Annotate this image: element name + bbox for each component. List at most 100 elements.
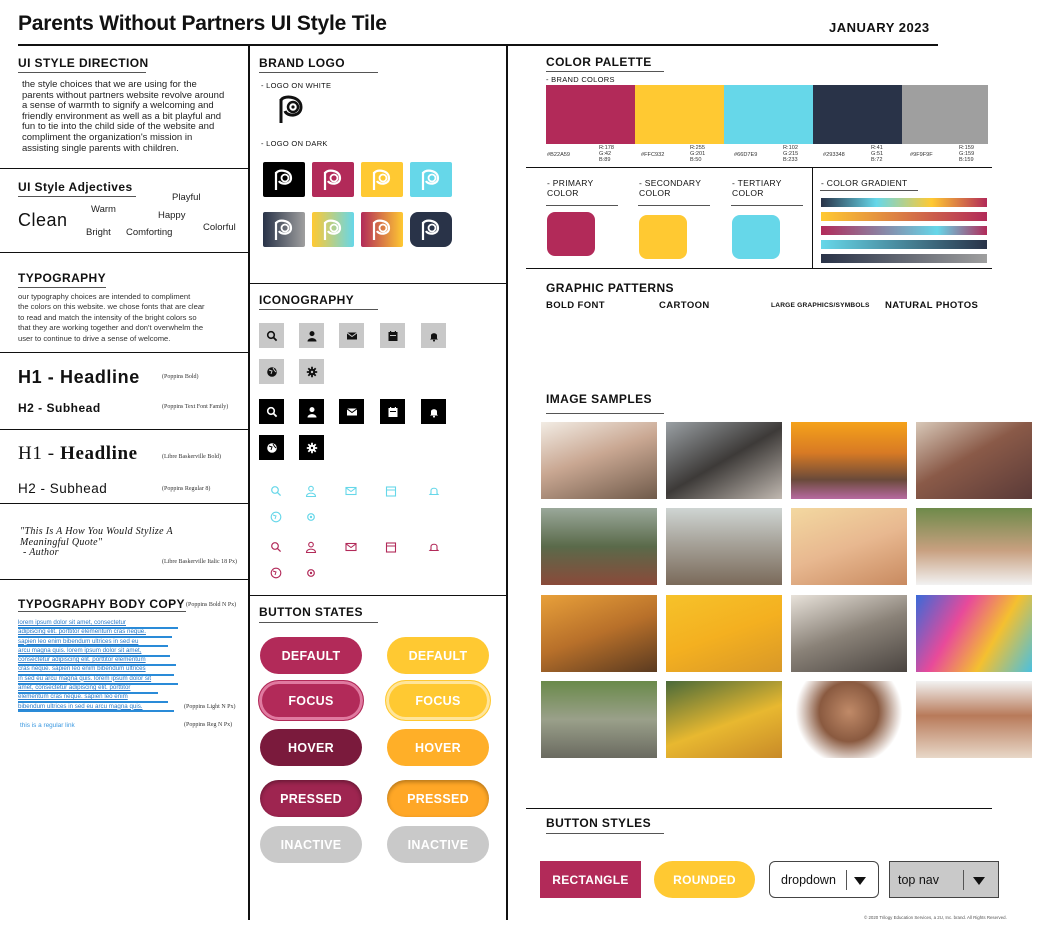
- sample-photo: [666, 681, 782, 758]
- link-highlight: [18, 683, 178, 685]
- bell-icon[interactable]: [421, 399, 446, 424]
- heading-underline: [18, 287, 106, 288]
- calendar-icon[interactable]: [380, 399, 405, 424]
- brand-logo-on-gradient-warm: [361, 212, 403, 247]
- h2-libre-sample: H2 - Subhead: [18, 481, 108, 496]
- sample-photo: [916, 595, 1032, 672]
- pattern-bold-font: BOLD FONT: [546, 300, 606, 311]
- user-icon[interactable]: [299, 323, 324, 348]
- style-direction-text: the style choices that we are using for …: [22, 79, 225, 154]
- swatch-rgb: R:102 G:215 B:233: [783, 145, 799, 164]
- rectangle-button[interactable]: RECTANGLE: [540, 861, 641, 898]
- primary-button-inactive: INACTIVE: [260, 826, 362, 863]
- user-icon[interactable]: [304, 484, 318, 498]
- section-divider: [248, 283, 506, 284]
- search-icon[interactable]: [269, 484, 283, 498]
- secondary-color-chip: [639, 215, 687, 259]
- mail-icon[interactable]: [344, 540, 358, 554]
- link-highlight: [18, 645, 168, 647]
- swatch-hex: #66D7E9: [734, 152, 758, 158]
- gradient-bar-3: [821, 226, 987, 235]
- bell-icon[interactable]: [421, 323, 446, 348]
- search-icon[interactable]: [259, 323, 284, 348]
- mail-icon[interactable]: [344, 484, 358, 498]
- regular-link[interactable]: this is a regular link: [20, 722, 75, 729]
- globe-icon[interactable]: [259, 435, 284, 460]
- heading-underline: [18, 196, 136, 197]
- gear-icon[interactable]: [299, 435, 324, 460]
- swatch-hex: #B22A59: [547, 152, 571, 158]
- swatch-rgb: R:41 G:51 B:72: [871, 145, 884, 164]
- brand-logo-on-primary: [312, 162, 354, 197]
- mail-icon[interactable]: [339, 323, 364, 348]
- pattern-natural-photos: NATURAL PHOTOS: [885, 300, 979, 311]
- dropdown-select[interactable]: dropdown: [769, 861, 879, 898]
- sample-photo: [791, 681, 907, 758]
- gear-icon[interactable]: [304, 566, 318, 580]
- section-divider: [0, 168, 248, 169]
- swatch-hex: #FFC932: [641, 152, 665, 158]
- section-divider: [526, 167, 992, 168]
- calendar-icon[interactable]: [384, 484, 398, 498]
- h1-poppins-note: (Poppins Bold): [162, 374, 199, 380]
- search-icon[interactable]: [259, 399, 284, 424]
- link-highlight: [18, 701, 168, 703]
- sample-photo: [791, 508, 907, 585]
- heading-underline: [259, 72, 378, 73]
- secondary-button-focus[interactable]: FOCUS: [385, 680, 491, 721]
- primary-button-default[interactable]: DEFAULT: [260, 637, 362, 674]
- gear-icon[interactable]: [299, 359, 324, 384]
- column-divider-2: [506, 45, 508, 920]
- adjective-clean: Clean: [18, 210, 68, 230]
- swatch-gray: [902, 85, 988, 144]
- top-nav-select[interactable]: top nav: [889, 861, 999, 898]
- h1-libre-note: (Libre Baskerville Bold): [162, 454, 221, 460]
- primary-button-hover[interactable]: HOVER: [260, 729, 362, 766]
- user-icon[interactable]: [299, 399, 324, 424]
- secondary-button-pressed[interactable]: PRESSED: [387, 780, 489, 817]
- h1-libre-sample: H1 - Headline: [18, 443, 138, 464]
- link-highlight: [18, 674, 174, 676]
- globe-icon[interactable]: [269, 566, 283, 580]
- mail-icon[interactable]: [339, 399, 364, 424]
- globe-icon[interactable]: [269, 510, 283, 524]
- gradient-bar-5: [821, 254, 987, 263]
- sample-photo: [541, 595, 657, 672]
- globe-icon[interactable]: [259, 359, 284, 384]
- secondary-button-default[interactable]: DEFAULT: [387, 637, 489, 674]
- search-icon[interactable]: [269, 540, 283, 554]
- primary-button-focus[interactable]: FOCUS: [258, 680, 364, 721]
- gear-icon[interactable]: [304, 510, 318, 524]
- light-note: (Poppins Light N Px): [184, 704, 236, 710]
- swatch-primary: [546, 85, 635, 144]
- heading-underline: [546, 833, 664, 834]
- logo-on-white-label: - LOGO ON WHITE: [261, 81, 332, 90]
- typography-heading: TYPOGRAPHY: [18, 271, 107, 285]
- link-highlight: [18, 692, 158, 694]
- footer-copyright: © 2020 Trilogy Education Services, a 2U,…: [864, 915, 1007, 920]
- section-divider: [526, 808, 992, 809]
- primary-color-label: - PRIMARY COLOR: [547, 178, 594, 198]
- calendar-icon[interactable]: [380, 323, 405, 348]
- bell-icon[interactable]: [427, 540, 441, 554]
- color-gradient-label: - COLOR GRADIENT: [821, 178, 908, 188]
- sample-photo: [916, 681, 1032, 758]
- user-icon[interactable]: [304, 540, 318, 554]
- heading-underline: [731, 205, 803, 206]
- quote-note: (Libre Baskerville Italic 18 Px): [162, 559, 237, 565]
- bell-icon[interactable]: [427, 484, 441, 498]
- calendar-icon[interactable]: [384, 540, 398, 554]
- secondary-button-inactive: INACTIVE: [387, 826, 489, 863]
- heading-underline: [546, 205, 618, 206]
- sample-photo: [541, 422, 657, 499]
- primary-color-chip: [547, 212, 595, 256]
- secondary-button-hover[interactable]: HOVER: [387, 729, 489, 766]
- button-styles-heading: BUTTON STYLES: [546, 816, 651, 830]
- top-nav-separator: [963, 870, 964, 890]
- tertiary-color-label: - TERTIARY COLOR: [732, 178, 782, 198]
- section-divider: [0, 252, 248, 253]
- link-highlight: [18, 627, 178, 629]
- sample-photo: [666, 422, 782, 499]
- rounded-button[interactable]: ROUNDED: [654, 861, 755, 898]
- primary-button-pressed[interactable]: PRESSED: [260, 780, 362, 817]
